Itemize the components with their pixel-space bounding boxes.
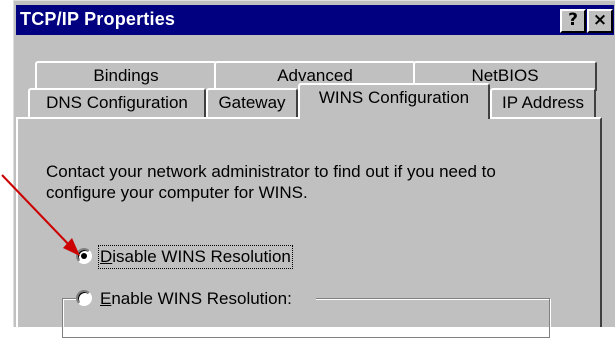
annotation-arrow-line <box>1 174 73 249</box>
annotation-arrow <box>1 174 80 256</box>
